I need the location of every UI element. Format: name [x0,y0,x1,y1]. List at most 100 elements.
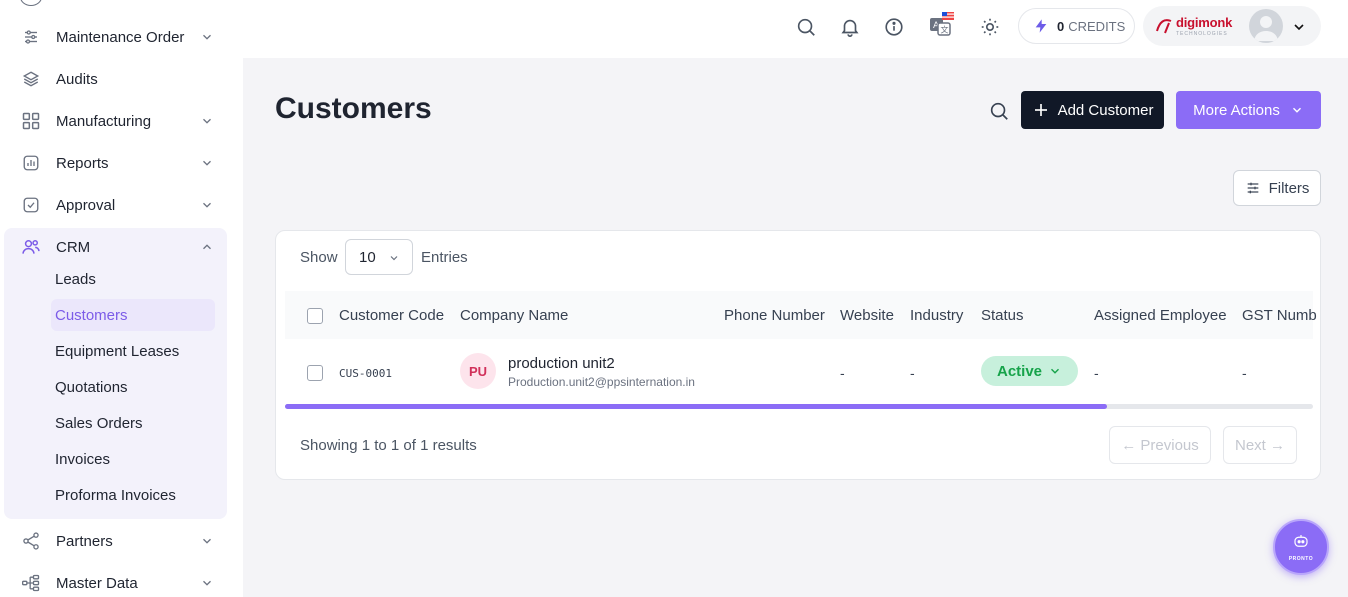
chevron-down-icon [200,114,214,128]
fab-label: PRONTO [1288,555,1314,562]
status-label: Active [996,362,1043,380]
filter-sliders-icon [1245,180,1261,196]
gst-number: - [1242,365,1247,381]
website: - [840,365,845,381]
sidebar-item-partners[interactable]: Partners [20,529,220,553]
column-header-website[interactable]: Website [840,307,894,324]
sidebar-item-label: Master Data [56,574,138,592]
translate-icon[interactable]: A文 [928,12,954,38]
sidebar-item-label: Audits [56,70,98,88]
row-checkbox[interactable] [307,365,323,381]
plus-icon [1032,101,1050,119]
check-square-icon [20,194,42,216]
sidebar-item-label: CRM [56,238,91,256]
column-header-industry[interactable]: Industry [910,307,963,324]
tree-icon [20,572,42,594]
company-name[interactable]: production unit2 [508,355,615,372]
chevron-down-icon [200,576,214,590]
chevron-down-icon [1290,103,1304,117]
page-title: Customers [275,92,432,125]
topbar: A文 0 CREDITS digimonk TECHNOLOGIES [243,0,1348,58]
column-header-gst-number[interactable]: GST Numb [1242,307,1317,324]
chevron-down-icon [200,534,214,548]
sidebar-item-audits[interactable]: Audits [20,67,220,91]
add-customer-label: Add Customer [1057,101,1154,119]
sidebar: Maintenance Order Audits Manufacturing R… [0,0,243,597]
profile-menu[interactable]: digimonk TECHNOLOGIES [1143,6,1321,46]
sidebar-item-label: Maintenance Order [56,28,185,46]
chevron-down-icon [388,251,400,263]
sidebar-subitem-equipment-leases[interactable]: Equipment Leases [55,343,179,360]
horizontal-scrollbar[interactable] [285,404,1313,409]
users-icon [20,236,42,258]
sidebar-item-reports[interactable]: Reports [20,151,220,175]
brand-tagline: TECHNOLOGIES [1176,31,1228,37]
bolt-icon [1033,18,1049,34]
sidebar-item-manufacturing[interactable]: Manufacturing [20,109,220,133]
column-header-assigned-employee[interactable]: Assigned Employee [1094,307,1227,324]
chevron-down-icon [200,30,214,44]
sidebar-item-label: Manufacturing [56,112,152,130]
sidebar-item-approval[interactable]: Approval [20,193,220,217]
sidebar-item-label: Reports [56,154,109,172]
assigned-employee: - [1094,365,1099,381]
entries-label: Entries [421,249,468,266]
sidebar-item-crm[interactable]: CRM [20,235,220,259]
customers-table-card: Show 10 Entries Customer Code Company Na… [275,230,1321,480]
sidebar-top-partial-icon [20,0,42,6]
scrollbar-thumb[interactable] [285,404,1108,409]
show-label: Show [300,249,338,266]
grid-icon [20,110,42,132]
add-customer-button[interactable]: Add Customer [1021,91,1164,129]
search-icon[interactable] [795,16,817,38]
select-all-checkbox[interactable] [307,308,323,324]
share-icon [20,530,42,552]
brand-name: digimonk [1176,15,1233,30]
customer-code: CUS-0001 [339,367,392,380]
sidebar-subitem-proforma-invoices[interactable]: Proforma Invoices [55,487,176,504]
sidebar-subitem-leads[interactable]: Leads [55,271,96,288]
sidebar-subitem-sales-orders[interactable]: Sales Orders [55,415,143,432]
layers-icon [20,68,42,90]
credits-count: 0 [1057,18,1065,34]
sidebar-item-master-data[interactable]: Master Data [20,571,220,595]
previous-page-button[interactable]: ← Previous [1109,426,1211,464]
more-actions-label: More Actions [1193,101,1280,119]
svg-text:文: 文 [941,25,949,35]
crm-group [4,228,227,519]
column-header-status[interactable]: Status [981,307,1024,324]
pagination-summary: Showing 1 to 1 of 1 results [300,437,477,454]
info-icon[interactable] [883,16,905,38]
column-header-phone-number[interactable]: Phone Number [724,307,825,324]
company-email: Production.unit2@ppsinternation.in [508,375,695,389]
table-header: Customer Code Company Name Phone Number … [285,291,1317,339]
pronto-assistant-button[interactable]: PRONTO [1273,519,1329,575]
search-icon[interactable] [988,100,1010,122]
credits-label: CREDITS [1068,18,1126,34]
sidebar-subitem-customers[interactable]: Customers [55,307,128,324]
chevron-down-icon [200,198,214,212]
next-page-button[interactable]: Next → [1223,426,1297,464]
entries-select[interactable]: 10 [345,239,413,275]
chevron-down-icon [1291,19,1307,35]
industry: - [910,365,915,381]
chevron-down-icon [1048,364,1062,378]
sidebar-item-label: Approval [56,196,116,214]
table-row[interactable]: CUS-0001 PU production unit2 Production.… [285,339,1313,389]
chevron-up-icon [200,240,214,254]
credits-button[interactable]: 0 CREDITS [1018,8,1135,44]
filters-button[interactable]: Filters [1233,170,1321,206]
robot-icon [1292,533,1310,554]
column-header-company-name[interactable]: Company Name [460,307,568,324]
bell-icon[interactable] [839,16,861,38]
sidebar-item-maintenance-order[interactable]: Maintenance Order [20,25,220,49]
more-actions-button[interactable]: More Actions [1176,91,1321,129]
status-badge[interactable]: Active [981,356,1078,386]
sidebar-subitem-quotations[interactable]: Quotations [55,379,128,396]
entries-value: 10 [359,248,376,266]
chart-icon [20,152,42,174]
sliders-icon [20,26,42,48]
sun-icon[interactable] [979,16,1001,38]
column-header-customer-code[interactable]: Customer Code [339,307,444,324]
sidebar-subitem-invoices[interactable]: Invoices [55,451,110,468]
